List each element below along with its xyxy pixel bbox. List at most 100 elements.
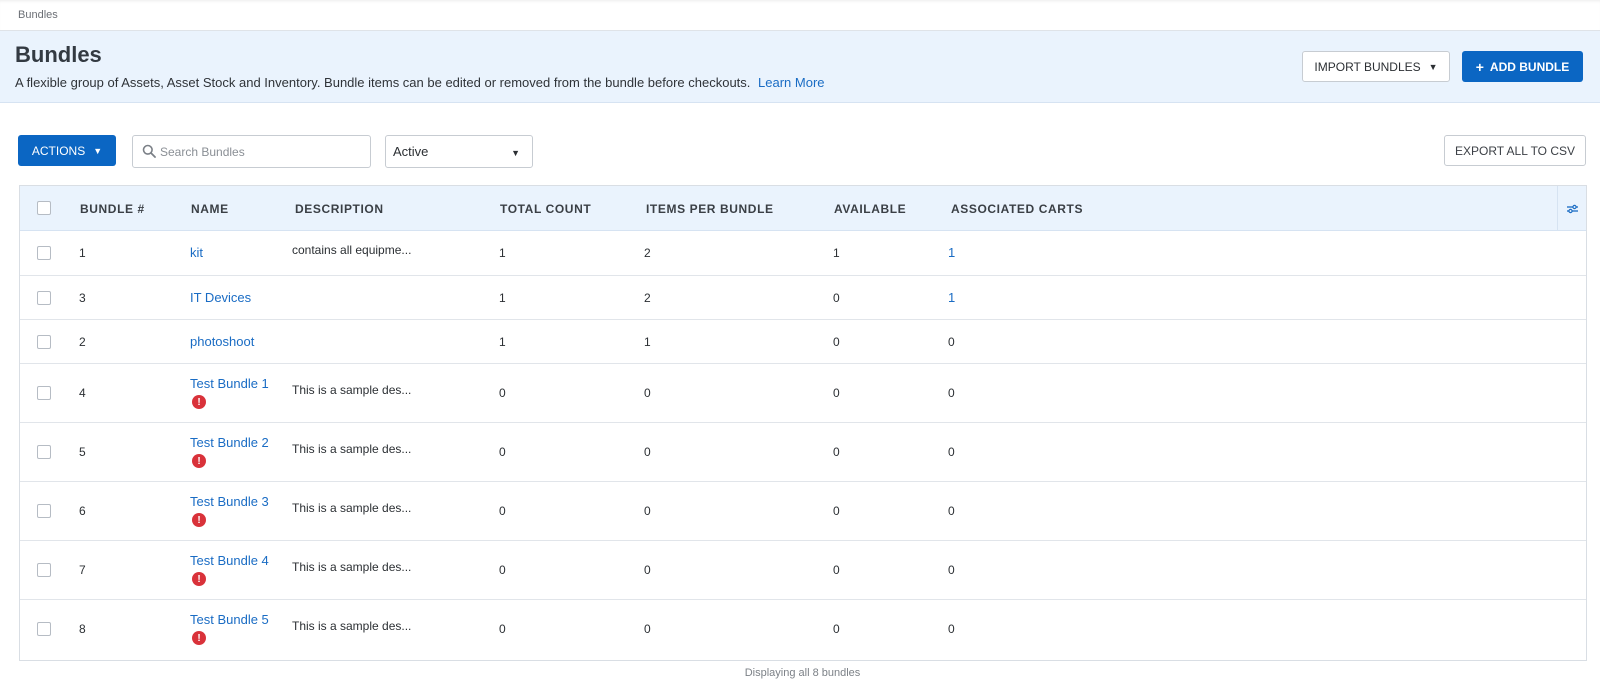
table-row[interactable]: 7 Test Bundle 4 ! This is a sample des..… bbox=[20, 541, 1586, 600]
breadcrumb[interactable]: Bundles bbox=[18, 9, 58, 21]
associated-carts-link[interactable]: 1 bbox=[948, 245, 955, 260]
exclamation-circle-icon[interactable]: ! bbox=[192, 454, 206, 468]
column-header-description[interactable]: DESCRIPTION bbox=[295, 202, 384, 216]
status-filter-select[interactable]: Active ▼ bbox=[385, 135, 533, 168]
caret-down-icon: ▼ bbox=[1428, 61, 1438, 72]
available-count: 0 bbox=[833, 504, 840, 518]
bundle-number: 2 bbox=[79, 335, 86, 349]
exclamation-circle-icon[interactable]: ! bbox=[192, 395, 206, 409]
total-count: 1 bbox=[499, 246, 506, 260]
row-checkbox[interactable] bbox=[37, 445, 51, 459]
page-description: A flexible group of Assets, Asset Stock … bbox=[15, 75, 825, 90]
import-bundles-label: IMPORT BUNDLES bbox=[1314, 59, 1421, 74]
bundle-number: 7 bbox=[79, 563, 86, 577]
available-count: 0 bbox=[833, 445, 840, 459]
column-settings-button[interactable] bbox=[1557, 186, 1586, 231]
bundle-name-link[interactable]: photoshoot bbox=[190, 334, 254, 349]
search-input[interactable] bbox=[160, 137, 365, 166]
items-per-bundle: 0 bbox=[644, 445, 651, 459]
bundle-number: 8 bbox=[79, 622, 86, 636]
table-row[interactable]: 4 Test Bundle 1 ! This is a sample des..… bbox=[20, 364, 1586, 423]
exclamation-circle-icon[interactable]: ! bbox=[192, 513, 206, 527]
associated-carts-count: 0 bbox=[948, 445, 955, 459]
bundle-name-link[interactable]: Test Bundle 5 bbox=[190, 612, 269, 627]
row-checkbox[interactable] bbox=[37, 504, 51, 518]
associated-carts-count: 0 bbox=[948, 335, 955, 349]
add-bundle-button[interactable]: + ADD BUNDLE bbox=[1462, 51, 1583, 82]
bundles-table: BUNDLE # NAME DESCRIPTION TOTAL COUNT IT… bbox=[19, 185, 1587, 661]
bundle-name-link[interactable]: Test Bundle 4 bbox=[190, 553, 269, 568]
row-checkbox[interactable] bbox=[37, 386, 51, 400]
bundle-number: 6 bbox=[79, 504, 86, 518]
row-checkbox[interactable] bbox=[37, 622, 51, 636]
page-header: Bundles A flexible group of Assets, Asse… bbox=[0, 31, 1600, 103]
items-per-bundle: 2 bbox=[644, 291, 651, 305]
bundle-number: 1 bbox=[79, 246, 86, 260]
total-count: 1 bbox=[499, 291, 506, 305]
table-row[interactable]: 2 photoshoot 1 1 0 0 bbox=[20, 320, 1586, 364]
table-row[interactable]: 6 Test Bundle 3 ! This is a sample des..… bbox=[20, 482, 1586, 541]
associated-carts-count: 0 bbox=[948, 386, 955, 400]
bundle-name-link[interactable]: Test Bundle 2 bbox=[190, 435, 269, 450]
total-count: 0 bbox=[499, 386, 506, 400]
available-count: 0 bbox=[833, 335, 840, 349]
available-count: 0 bbox=[833, 622, 840, 636]
bundle-description: contains all equipme... bbox=[292, 243, 412, 257]
items-per-bundle: 0 bbox=[644, 386, 651, 400]
column-header-items-per-bundle[interactable]: ITEMS PER BUNDLE bbox=[646, 202, 774, 216]
total-count: 0 bbox=[499, 445, 506, 459]
table-row[interactable]: 3 IT Devices 1 2 0 1 bbox=[20, 276, 1586, 320]
select-all-checkbox[interactable] bbox=[37, 201, 51, 215]
bundle-description: This is a sample des... bbox=[292, 619, 412, 633]
row-checkbox[interactable] bbox=[37, 335, 51, 349]
bundle-description: This is a sample des... bbox=[292, 560, 412, 574]
available-count: 0 bbox=[833, 291, 840, 305]
table-row[interactable]: 5 Test Bundle 2 ! This is a sample des..… bbox=[20, 423, 1586, 482]
status-filter-value: Active bbox=[393, 144, 429, 159]
associated-carts-count: 0 bbox=[948, 504, 955, 518]
table-row[interactable]: 1 kit contains all equipme... 1 2 1 1 bbox=[20, 231, 1586, 276]
table-row[interactable]: 8 Test Bundle 5 ! This is a sample des..… bbox=[20, 600, 1586, 660]
bundle-description: This is a sample des... bbox=[292, 442, 412, 456]
bundle-name-link[interactable]: Test Bundle 1 bbox=[190, 376, 269, 391]
table-footer-count: Displaying all 8 bundles bbox=[744, 667, 861, 679]
breadcrumb-bar: Bundles bbox=[0, 0, 1600, 31]
row-checkbox[interactable] bbox=[37, 563, 51, 577]
exclamation-circle-icon[interactable]: ! bbox=[192, 631, 206, 645]
exclamation-circle-icon[interactable]: ! bbox=[192, 572, 206, 586]
export-csv-button[interactable]: EXPORT ALL TO CSV bbox=[1444, 135, 1586, 166]
bundle-name-link[interactable]: kit bbox=[190, 245, 203, 260]
bundle-description: This is a sample des... bbox=[292, 501, 412, 515]
available-count: 1 bbox=[833, 246, 840, 260]
total-count: 1 bbox=[499, 335, 506, 349]
import-bundles-button[interactable]: IMPORT BUNDLES ▼ bbox=[1302, 51, 1450, 82]
column-header-bundle-number[interactable]: BUNDLE # bbox=[80, 202, 145, 216]
total-count: 0 bbox=[499, 504, 506, 518]
items-per-bundle: 0 bbox=[644, 504, 651, 518]
row-checkbox[interactable] bbox=[37, 246, 51, 260]
items-per-bundle: 0 bbox=[644, 622, 651, 636]
bundle-description: This is a sample des... bbox=[292, 383, 412, 397]
associated-carts-count: 0 bbox=[948, 563, 955, 577]
bundle-name-link[interactable]: Test Bundle 3 bbox=[190, 494, 269, 509]
page-description-text: A flexible group of Assets, Asset Stock … bbox=[15, 75, 751, 90]
associated-carts-link[interactable]: 1 bbox=[948, 290, 955, 305]
learn-more-link[interactable]: Learn More bbox=[758, 75, 824, 90]
column-header-available[interactable]: AVAILABLE bbox=[834, 202, 906, 216]
caret-down-icon: ▼ bbox=[93, 145, 103, 156]
column-header-total-count[interactable]: TOTAL COUNT bbox=[500, 202, 591, 216]
plus-icon: + bbox=[1475, 58, 1484, 75]
row-checkbox[interactable] bbox=[37, 291, 51, 305]
column-header-name[interactable]: NAME bbox=[191, 202, 229, 216]
actions-label: ACTIONS bbox=[31, 143, 86, 158]
column-header-associated-carts[interactable]: ASSOCIATED CARTS bbox=[951, 202, 1083, 216]
bundle-name-link[interactable]: IT Devices bbox=[190, 290, 251, 305]
actions-button[interactable]: ACTIONS ▼ bbox=[18, 135, 116, 166]
associated-carts-count: 0 bbox=[948, 622, 955, 636]
caret-down-icon: ▼ bbox=[511, 148, 520, 158]
sliders-icon bbox=[1566, 204, 1578, 213]
available-count: 0 bbox=[833, 386, 840, 400]
bundle-number: 3 bbox=[79, 291, 86, 305]
search-icon bbox=[142, 144, 156, 158]
total-count: 0 bbox=[499, 622, 506, 636]
